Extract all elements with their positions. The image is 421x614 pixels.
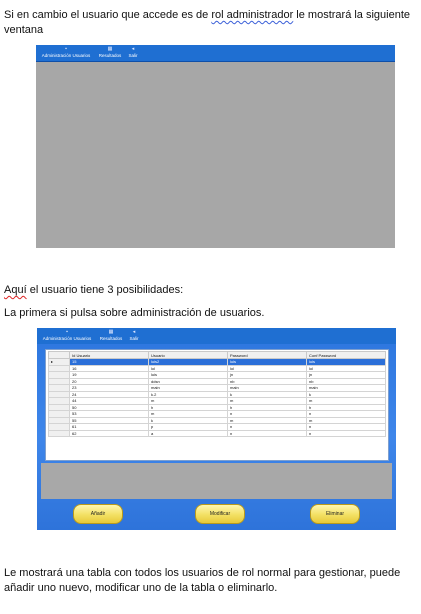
users-icon: ▪	[66, 329, 68, 335]
table-body: ▸ 15 luis2 luis luis 16 lol lol lol 19 luis jn jn 20 d…	[48, 358, 386, 437]
row-header-corner	[48, 351, 70, 359]
menu-salir[interactable]: ◂ Salir	[127, 329, 141, 342]
exit-icon: ◂	[132, 329, 136, 335]
row-header[interactable]	[48, 429, 70, 437]
user-admin-window-screenshot: ▪ Administración Usuarios ▦ Resultados ◂…	[37, 328, 396, 530]
intro-paragraph: Si en cambio el usuario que accede es de…	[4, 9, 411, 36]
table-cell[interactable]: n	[227, 429, 307, 437]
menu-resultados[interactable]: ▦ Resultados	[97, 329, 125, 342]
table-header-row: Id Usuario Usuario Password Conf Passwor…	[48, 351, 386, 359]
menu-salir[interactable]: ◂ Salir	[126, 46, 140, 59]
modify-button[interactable]: Modificar	[195, 504, 245, 524]
chart-icon: ▦	[107, 46, 113, 52]
delete-button[interactable]: Eliminar	[310, 504, 360, 524]
options-paragraph: Aquí el usuario tiene 3 posibilidades:	[4, 284, 184, 296]
table-cell[interactable]: n	[306, 429, 386, 437]
column-password[interactable]: Password	[227, 351, 307, 359]
table-cell[interactable]: a	[148, 429, 228, 437]
table-cell[interactable]: 62	[69, 429, 149, 437]
summary-paragraph: Le mostrará una tabla con todos los usua…	[4, 567, 401, 594]
menu-resultados[interactable]: ▦ Resultados	[96, 46, 124, 59]
column-id-usuario[interactable]: Id Usuario	[69, 351, 149, 359]
users-icon: ▪	[65, 46, 67, 52]
menu-bar: ▪ Administración Usuarios ▦ Resultados ◂…	[37, 328, 396, 345]
menu-admin-usuarios[interactable]: ▪ Administración Usuarios	[41, 329, 93, 342]
column-usuario[interactable]: Usuario	[148, 351, 228, 359]
add-button[interactable]: Añadir	[73, 504, 123, 524]
admin-window-screenshot: ▪ Administración Usuarios ▦ Resultados ◂…	[36, 45, 395, 248]
table-row[interactable]: 62 a n n	[48, 429, 386, 437]
users-table[interactable]: Id Usuario Usuario Password Conf Passwor…	[45, 349, 389, 461]
exit-icon: ◂	[131, 46, 135, 52]
column-conf-password[interactable]: Conf Password	[306, 351, 386, 359]
empty-panel	[41, 463, 392, 499]
menu-bar: ▪ Administración Usuarios ▦ Resultados ◂…	[36, 45, 395, 62]
menu-admin-usuarios[interactable]: ▪ Administración Usuarios	[40, 46, 92, 59]
first-option-paragraph: La primera si pulsa sobre administración…	[4, 307, 265, 319]
rol-administrador-text: rol administrador	[211, 9, 294, 21]
users-data-grid: Id Usuario Usuario Password Conf Passwor…	[48, 351, 386, 437]
chart-icon: ▦	[108, 329, 114, 335]
